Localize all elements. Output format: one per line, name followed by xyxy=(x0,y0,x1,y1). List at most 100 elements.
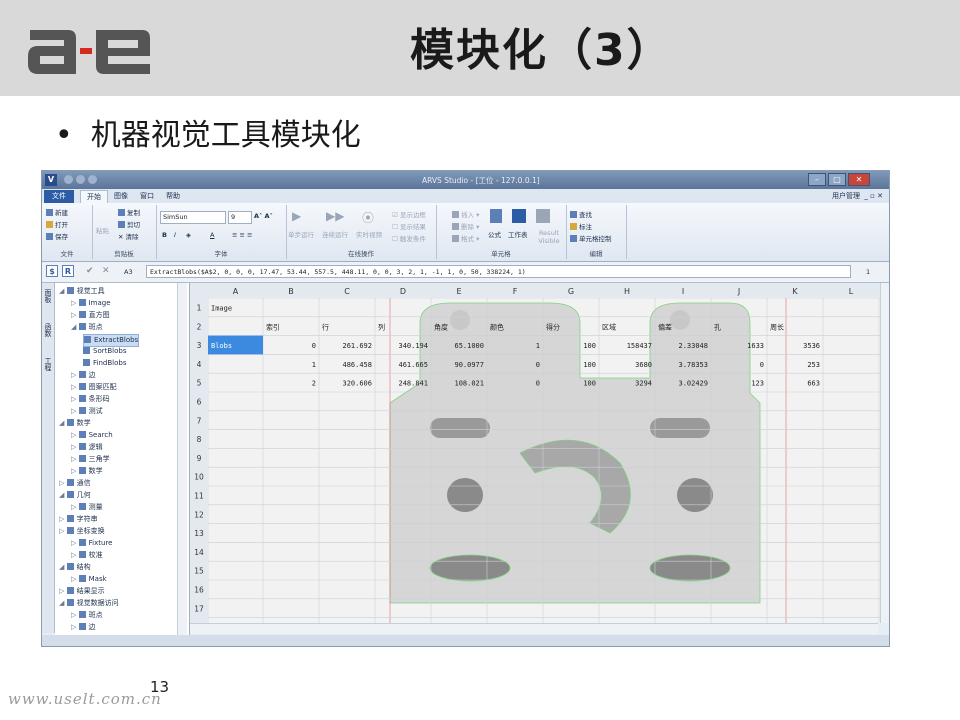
grid-cell[interactable]: 461.665 xyxy=(398,361,428,369)
trigger-check[interactable]: ☐ 触发条件 xyxy=(392,233,426,243)
row-header[interactable]: 15 xyxy=(194,567,204,576)
tree-expander-icon[interactable]: ▷ xyxy=(71,371,79,379)
grid-cell[interactable]: 261.692 xyxy=(342,342,372,350)
result-visible-button[interactable] xyxy=(536,209,552,224)
grid-cell[interactable]: 663 xyxy=(807,380,820,388)
tree-item[interactable]: ▷ 边 xyxy=(71,370,96,381)
grid-cell[interactable]: 2 xyxy=(312,380,316,388)
grid-cell[interactable]: 颜色 xyxy=(490,322,504,331)
grid-cell[interactable]: 123 xyxy=(751,380,764,388)
grid-cell[interactable]: 320.606 xyxy=(342,380,372,388)
grid-cell[interactable]: Image xyxy=(211,305,232,313)
cell-control-button[interactable]: 单元格控制 xyxy=(570,233,612,243)
grid-cell[interactable]: 486.458 xyxy=(342,361,372,369)
format-button[interactable]: 格式 ▾ xyxy=(452,233,479,243)
grid-cell[interactable]: 区域 xyxy=(602,322,616,331)
bold-button[interactable]: B xyxy=(162,231,167,239)
grid-cell[interactable]: 3.02429 xyxy=(678,380,708,388)
tree-item[interactable]: ▷ 坐标变换 xyxy=(59,526,105,537)
column-header[interactable]: A xyxy=(233,287,239,296)
tree-expander-icon[interactable]: ▷ xyxy=(71,575,79,583)
copy-button[interactable]: 复制 xyxy=(118,207,140,217)
tree-scrollbar[interactable] xyxy=(177,283,187,635)
column-header[interactable]: K xyxy=(792,287,798,296)
run-continuous-button[interactable]: 连续运行 xyxy=(322,229,348,239)
align-left-button[interactable]: ≡ ≡ ≡ xyxy=(232,231,252,239)
grid-cell[interactable]: 90.0977 xyxy=(454,361,484,369)
run-once-icon[interactable]: ▶ xyxy=(292,209,301,223)
tab-window[interactable]: 窗口 xyxy=(134,190,160,203)
horizontal-scrollbar[interactable] xyxy=(190,623,878,634)
tree-expander-icon[interactable]: ▷ xyxy=(71,611,79,619)
tree-item[interactable]: ◢ 数学 xyxy=(59,418,91,429)
show-result-check[interactable]: ☐ 显示结果 xyxy=(392,221,426,231)
tree-expander-icon[interactable]: ▷ xyxy=(71,503,79,511)
cancel-icon[interactable]: ✕ xyxy=(102,266,110,276)
font-color-button[interactable]: A xyxy=(210,231,214,239)
tree-item[interactable]: FindBlobs xyxy=(83,358,126,369)
row-header[interactable]: 6 xyxy=(197,398,202,407)
app-icon[interactable]: V xyxy=(45,174,57,186)
quick-access-save-icon[interactable] xyxy=(64,175,73,184)
quick-access-redo-icon[interactable] xyxy=(88,175,97,184)
tree-item[interactable]: SortBlobs xyxy=(83,346,126,357)
row-header[interactable]: 2 xyxy=(197,322,202,331)
grid-cell[interactable]: 0 xyxy=(536,380,540,388)
delete-button[interactable]: 删除 ▾ xyxy=(452,221,479,231)
tree-item[interactable]: ▷ 测量 xyxy=(71,502,103,513)
tree-expander-icon[interactable]: ◢ xyxy=(59,419,67,427)
grid-cell[interactable]: 偏差 xyxy=(658,322,672,331)
italic-button[interactable]: I xyxy=(174,231,176,239)
tree-item[interactable]: ▷ 直方图 xyxy=(71,310,110,321)
tree-expander-icon[interactable]: ◢ xyxy=(59,491,67,499)
dollar-button[interactable]: $ xyxy=(46,265,58,277)
row-header[interactable]: 13 xyxy=(194,529,204,538)
grid-cell[interactable]: 3294 xyxy=(635,380,652,388)
grid-cell[interactable]: 253 xyxy=(807,361,820,369)
tab-home[interactable]: 开始 xyxy=(80,190,108,204)
row-header[interactable]: 8 xyxy=(197,435,202,444)
tree-item[interactable]: ▷ 边 xyxy=(71,622,96,633)
column-header[interactable]: G xyxy=(568,287,574,296)
grid-cell[interactable]: Blobs xyxy=(211,342,232,350)
row-header[interactable]: 3 xyxy=(197,341,202,350)
vertical-scrollbar[interactable] xyxy=(880,283,889,623)
tree-expander-icon[interactable]: ▷ xyxy=(71,467,79,475)
tree-item[interactable]: ◢ 几何 xyxy=(59,490,91,501)
column-header[interactable]: H xyxy=(624,287,630,296)
tree-expander-icon[interactable]: ▷ xyxy=(59,587,67,595)
minimize-button[interactable]: – xyxy=(808,173,826,186)
grid-cell[interactable]: 0 xyxy=(312,342,316,350)
tab-help[interactable]: 帮助 xyxy=(160,190,186,203)
insert-button[interactable]: 插入 ▾ xyxy=(452,209,479,219)
mark-button[interactable]: 标注 xyxy=(570,221,592,231)
column-header[interactable]: D xyxy=(400,287,406,296)
tree-expander-icon[interactable]: ▷ xyxy=(59,515,67,523)
tree-item[interactable]: ▷ 数学 xyxy=(71,466,103,477)
tree-expander-icon[interactable]: ▷ xyxy=(59,527,67,535)
row-header[interactable]: 10 xyxy=(194,473,204,482)
quick-access-undo-icon[interactable] xyxy=(76,175,85,184)
tree-item[interactable]: ▷ 条形码 xyxy=(71,394,110,405)
worksheet-button[interactable] xyxy=(512,209,528,224)
tree-item[interactable]: ▷ Fixture xyxy=(71,538,112,549)
tree-expander-icon[interactable]: ◢ xyxy=(71,323,79,331)
show-border-check[interactable]: ☑ 显示边框 xyxy=(392,209,426,219)
tree-expander-icon[interactable]: ▷ xyxy=(71,431,79,439)
grid-cell[interactable]: 行 xyxy=(322,322,329,331)
grid-cell[interactable]: 158437 xyxy=(627,342,652,350)
grid-cell[interactable]: 1 xyxy=(536,342,540,350)
grid-cell[interactable]: 孔 xyxy=(714,323,721,331)
row-header[interactable]: 11 xyxy=(194,492,204,501)
grid-cell[interactable]: 100 xyxy=(583,342,596,350)
clear-button[interactable]: ✕ 清除 xyxy=(118,231,139,241)
column-header[interactable]: I xyxy=(682,287,684,296)
column-header[interactable]: J xyxy=(737,287,740,296)
row-header[interactable]: 14 xyxy=(194,548,204,557)
live-video-icon[interactable]: ⦿ xyxy=(362,209,374,226)
row-header[interactable]: 4 xyxy=(197,360,202,369)
tree-item[interactable]: ◢ 斑点 xyxy=(71,322,103,333)
grid-cell[interactable]: 1 xyxy=(312,361,316,369)
grid-cell[interactable]: 3536 xyxy=(803,342,820,350)
tree-item[interactable]: ◢ 结构 xyxy=(59,562,91,573)
